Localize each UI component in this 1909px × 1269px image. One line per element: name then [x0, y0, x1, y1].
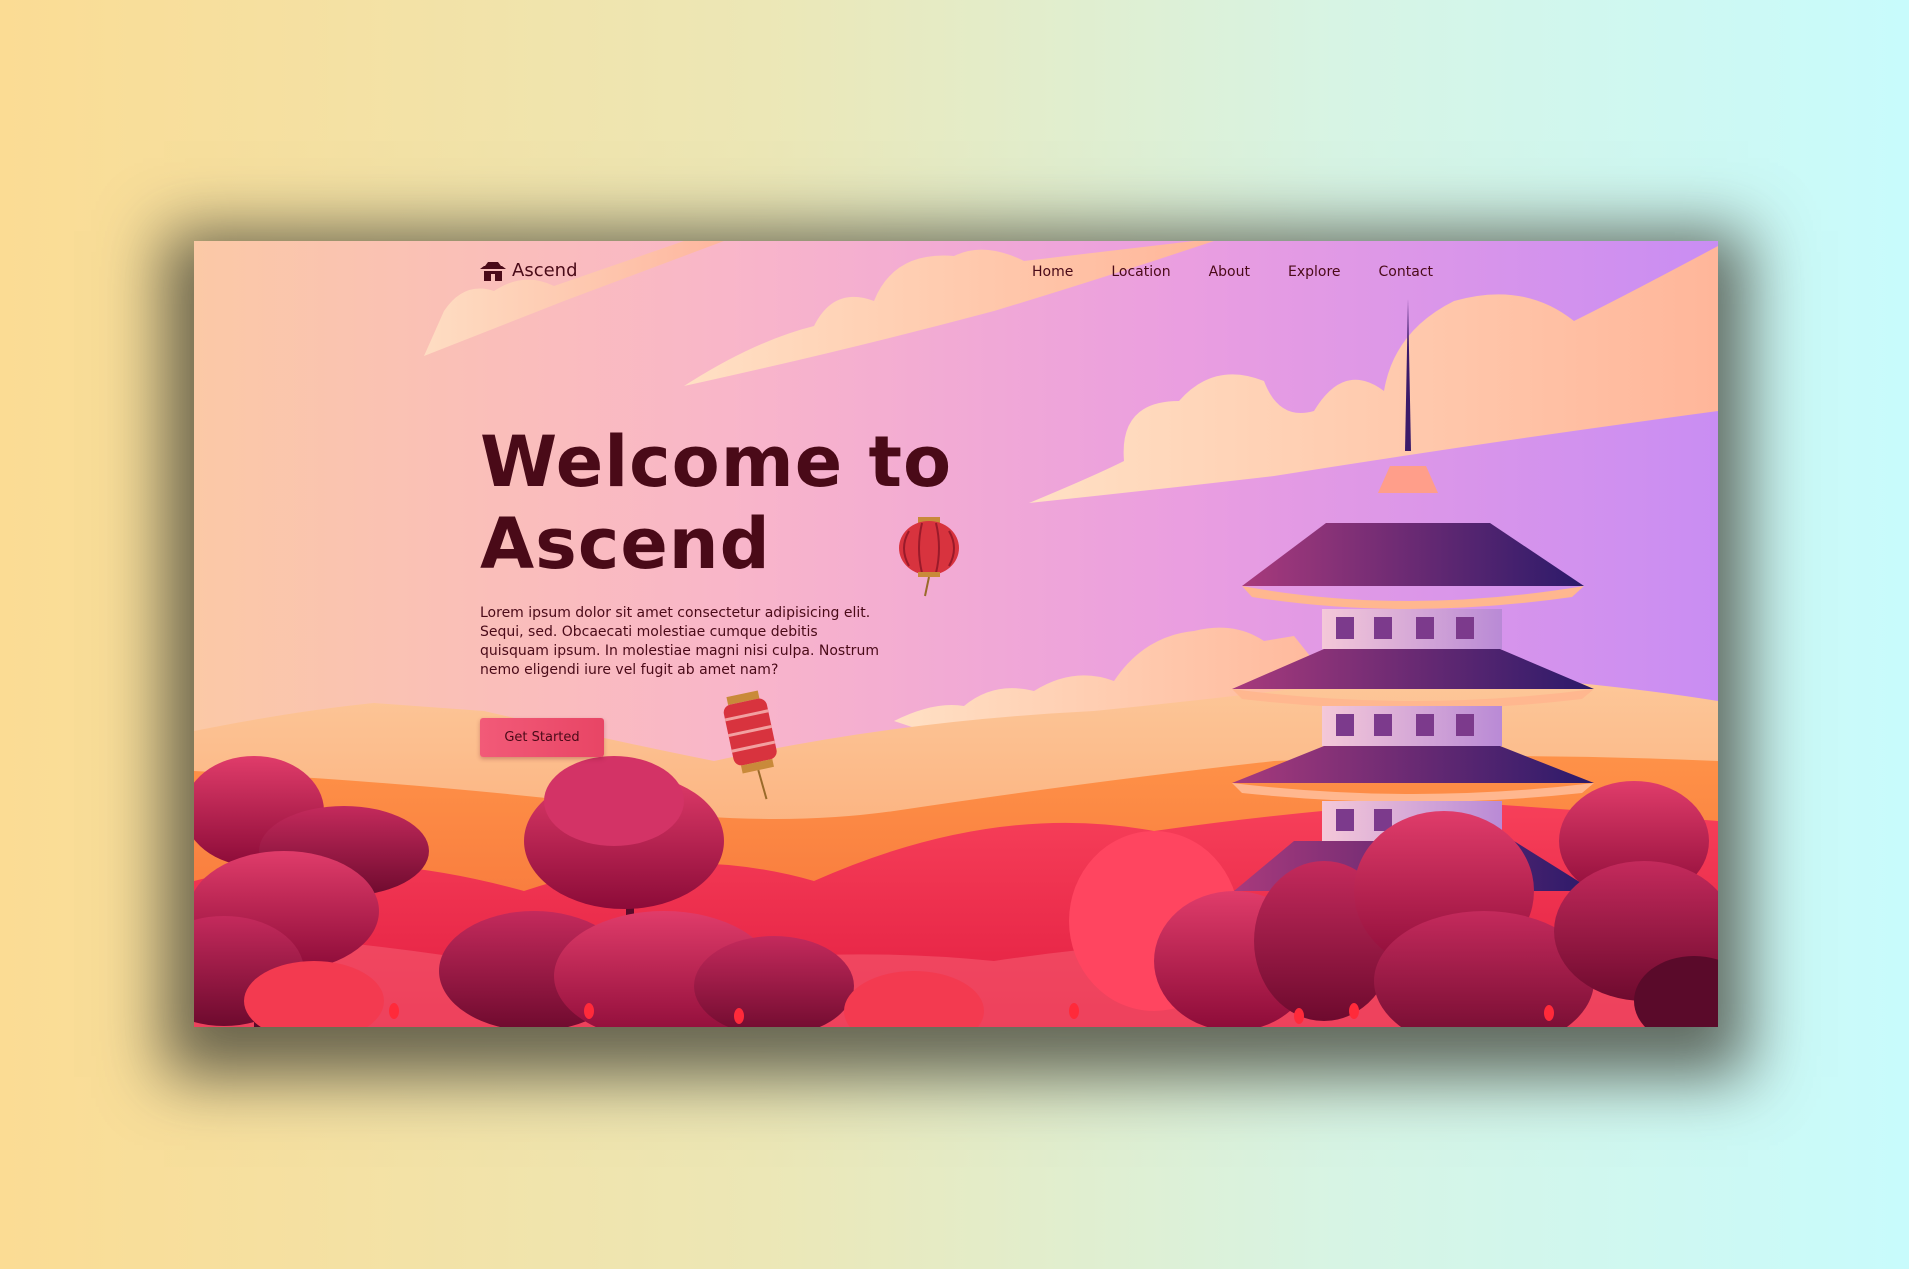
nav-item-home[interactable]: Home: [1032, 264, 1073, 280]
hero-title: Welcome to Ascend: [480, 421, 953, 585]
brand-name: Ascend: [512, 259, 578, 281]
hero-description: Lorem ipsum dolor sit amet consectetur a…: [480, 605, 879, 678]
nav-item-location[interactable]: Location: [1111, 264, 1170, 280]
landing-page-frame: Ascend Home Location About Explore Conta…: [194, 241, 1718, 1027]
brand-logo[interactable]: Ascend: [480, 259, 578, 281]
hero-illustration: [194, 241, 1718, 1027]
nav-item-explore[interactable]: Explore: [1288, 264, 1341, 280]
nav-item-about[interactable]: About: [1209, 264, 1250, 280]
nav-links: Home Location About Explore Contact: [1032, 264, 1433, 280]
nav-item-contact[interactable]: Contact: [1379, 264, 1433, 280]
top-navbar: Ascend Home Location About Explore Conta…: [194, 241, 1718, 303]
get-started-button[interactable]: Get Started: [480, 718, 604, 757]
pagoda-icon: [480, 262, 506, 281]
